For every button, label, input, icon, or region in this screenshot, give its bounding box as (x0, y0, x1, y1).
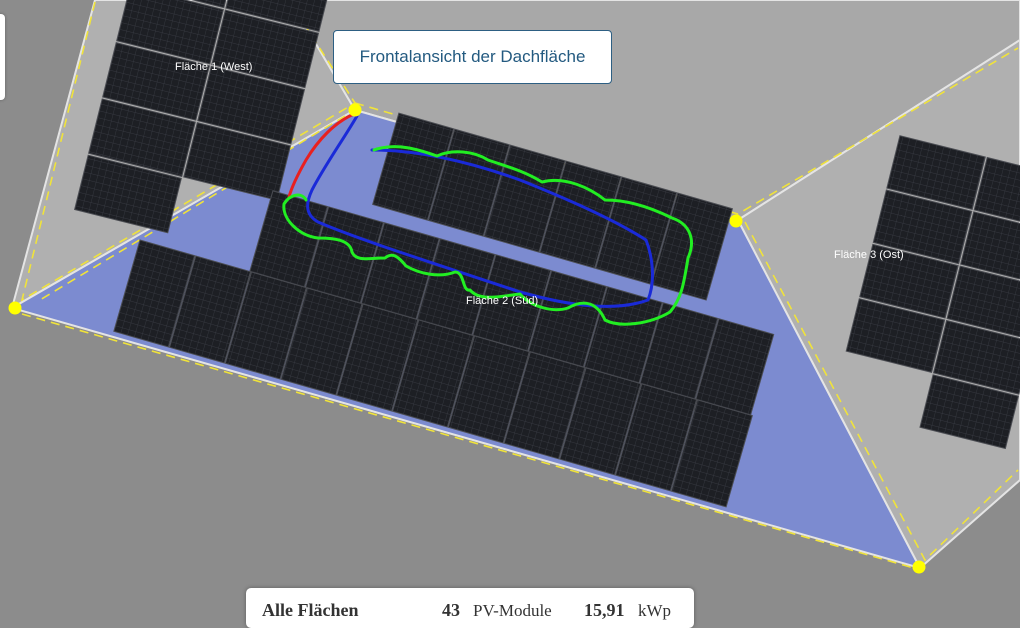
summary-label: Alle Flächen (262, 600, 359, 620)
total-power: 15,91 (584, 600, 625, 620)
module-count-unit: PV-Module (473, 601, 552, 620)
corner-marker (348, 103, 362, 117)
side-panel-toggle[interactable] (0, 14, 5, 100)
corner-marker (729, 214, 743, 228)
corner-marker (912, 560, 926, 574)
area-label-east: Fläche 3 (Ost) (834, 249, 904, 261)
area-label-west: Fläche 1 (West) (175, 61, 252, 73)
roof-planner-canvas[interactable]: Fläche 1 (West) Fläche 2 (Süd) Fläche 3 … (0, 0, 1020, 615)
module-count: 43 (442, 600, 460, 620)
total-power-unit: kWp (638, 601, 672, 620)
area-label-south: Fläche 2 (Süd) (466, 295, 538, 307)
corner-marker (8, 301, 22, 315)
summary-bar: Alle Flächen 43 PV-Module 15,91 kWp (246, 588, 694, 628)
front-view-button[interactable]: Frontalansicht der Dachfläche (333, 30, 612, 84)
